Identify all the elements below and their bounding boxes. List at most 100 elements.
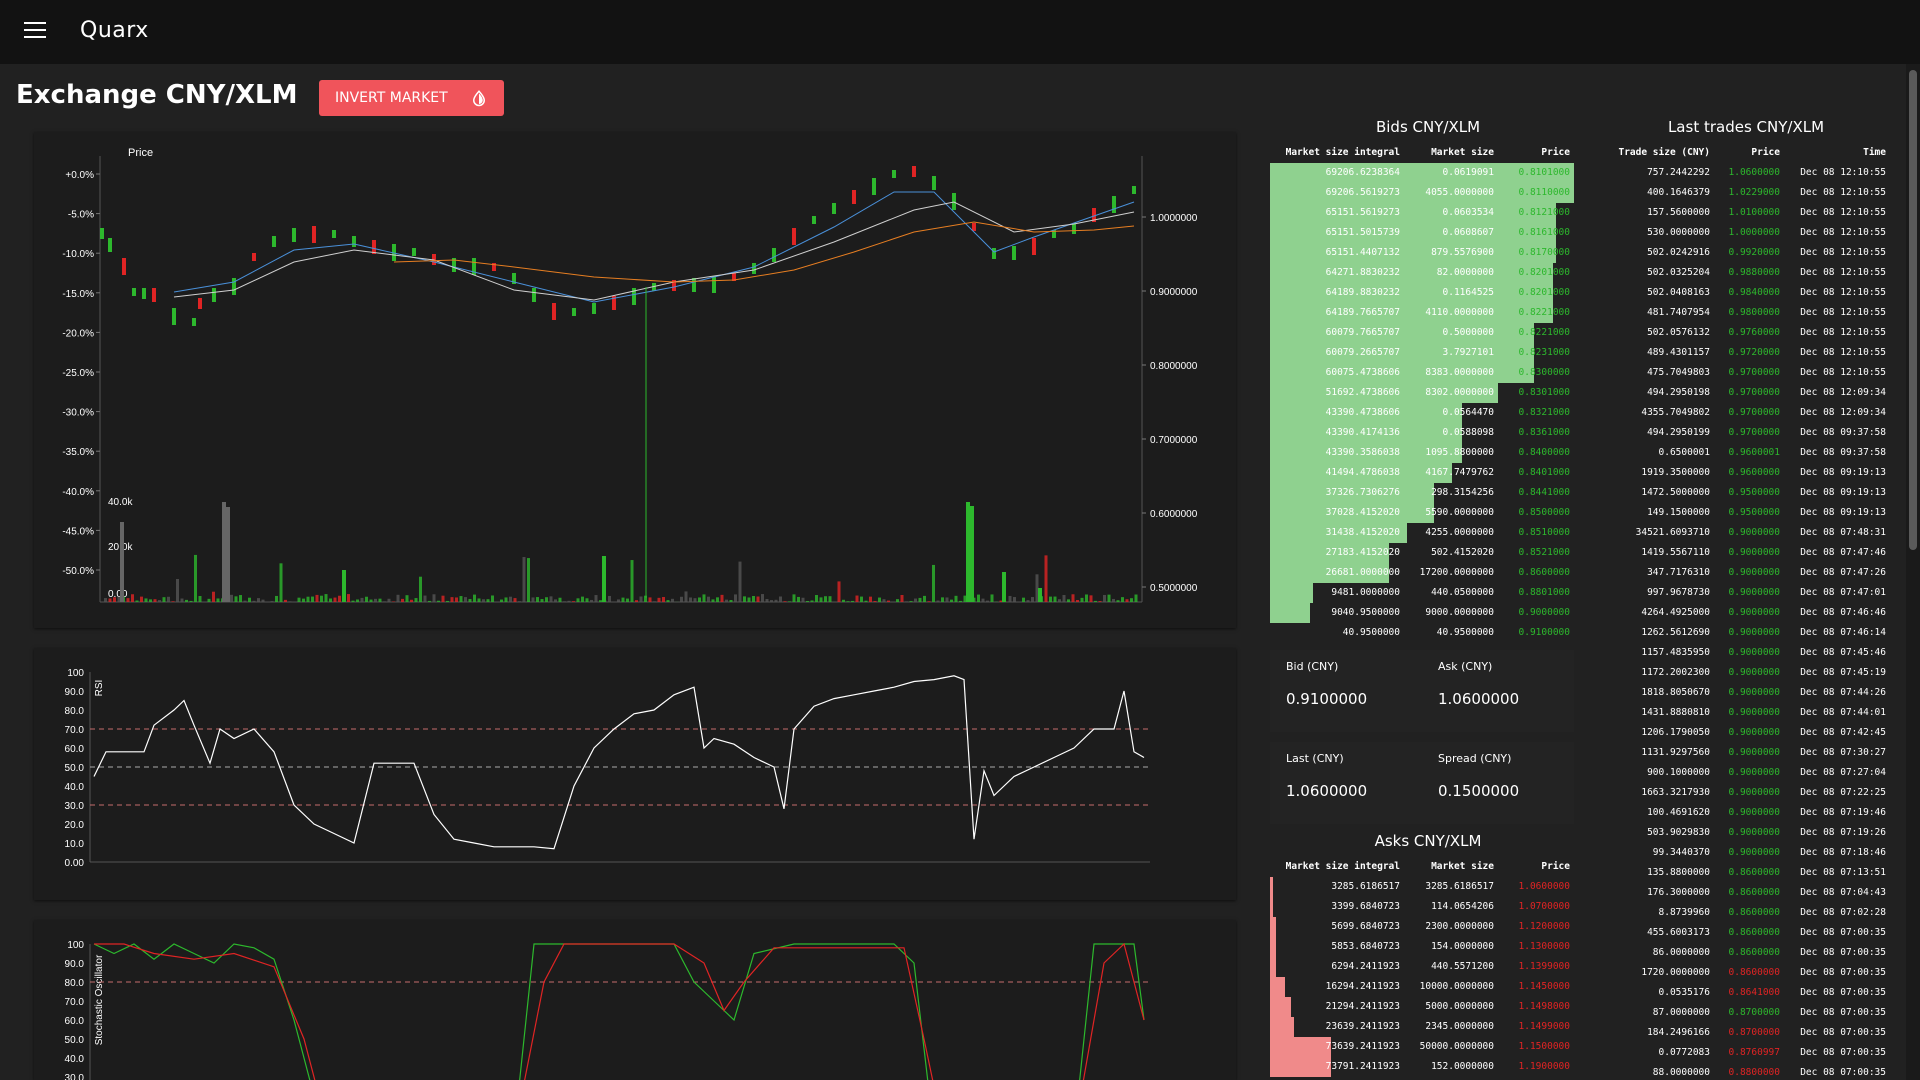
asks-row[interactable]: 73639.2411923 50000.0000000 1.1500000: [1270, 1037, 1574, 1057]
trade-row[interactable]: 1720.0000000 0.8600000 Dec 08 07:00:35: [1590, 963, 1890, 983]
trade-row[interactable]: 0.0535176 0.8641000 Dec 08 07:00:35: [1590, 983, 1890, 1003]
bids-row[interactable]: 40.9500000 40.9500000 0.9100000: [1270, 623, 1574, 643]
bids-row[interactable]: 51692.4738606 8302.0000000 0.8301000: [1270, 383, 1574, 403]
bids-row[interactable]: 64189.8830232 0.1164525 0.8201000: [1270, 283, 1574, 303]
asks-row[interactable]: 3285.6186517 3285.6186517 1.0600000: [1270, 877, 1574, 897]
candlestick: [232, 278, 236, 295]
bids-row[interactable]: 43390.3586038 1095.8800000 0.8400000: [1270, 443, 1574, 463]
trade-row[interactable]: 86.0000000 0.8600000 Dec 08 07:00:35: [1590, 943, 1890, 963]
volume-bar: [441, 595, 445, 602]
bids-row[interactable]: 37028.4152020 5590.0000000 0.8500000: [1270, 503, 1574, 523]
stochastic-oscillator-chart[interactable]: 100 90.0 80.0 70.0 60.0 50.0 40.0 30.0 Stochasti…: [34, 920, 1236, 1080]
trade-row[interactable]: 502.0408163 0.9840000 Dec 08 12:10:55: [1590, 283, 1890, 303]
trade-row[interactable]: 530.0000000 1.0000000 Dec 08 12:10:55: [1590, 223, 1890, 243]
trade-row[interactable]: 1157.4835950 0.9000000 Dec 08 07:45:46: [1590, 643, 1890, 663]
bids-row[interactable]: 37326.7306276 298.3154256 0.8441000: [1270, 483, 1574, 503]
trade-row[interactable]: 99.3440370 0.9000000 Dec 08 07:18:46: [1590, 843, 1890, 863]
trade-row[interactable]: 475.7049803 0.9700000 Dec 08 12:10:55: [1590, 363, 1890, 383]
trade-row[interactable]: 184.2496166 0.8700000 Dec 08 07:00:35: [1590, 1023, 1890, 1043]
trade-row[interactable]: 503.9029830 0.9000000 Dec 08 07:19:26: [1590, 823, 1890, 843]
trade-row[interactable]: 1663.3217930 0.9000000 Dec 08 07:22:25: [1590, 783, 1890, 803]
trade-row[interactable]: 88.0000000 0.8800000 Dec 08 07:00:35: [1590, 1063, 1890, 1080]
asks-row[interactable]: 5853.6840723 154.0000000 1.1300000: [1270, 937, 1574, 957]
trade-row[interactable]: 502.0242916 0.9920000 Dec 08 12:10:55: [1590, 243, 1890, 263]
trade-row[interactable]: 494.2950198 0.9700000 Dec 08 12:09:34: [1590, 383, 1890, 403]
page-scrollbar[interactable]: [1906, 64, 1920, 1080]
bids-row[interactable]: 65151.4407132 879.5576900 0.8170000: [1270, 243, 1574, 263]
asks-row[interactable]: 21294.2411923 5000.0000000 1.1498000: [1270, 997, 1574, 1017]
asks-row[interactable]: 16294.2411923 10000.0000000 1.1450000: [1270, 977, 1574, 997]
bids-row[interactable]: 31438.4152020 4255.0000000 0.8510000: [1270, 523, 1574, 543]
trade-row[interactable]: 1131.9297560 0.9000000 Dec 08 07:30:27: [1590, 743, 1890, 763]
asks-size: 152.0000000: [1431, 1061, 1494, 1072]
bids-depth-bar: [1270, 303, 1553, 323]
trade-row[interactable]: 489.4301157 0.9720000 Dec 08 12:10:55: [1590, 343, 1890, 363]
trade-row[interactable]: 455.6003173 0.8600000 Dec 08 07:00:35: [1590, 923, 1890, 943]
price-candlestick-chart[interactable]: Price +0.0% -5.0% -10.0% -15.0% -20.0% -25.0% -…: [34, 132, 1236, 628]
asks-row[interactable]: 6294.2411923 440.5571200 1.1399000: [1270, 957, 1574, 977]
trade-row[interactable]: 135.8800000 0.8600000 Dec 08 07:13:51: [1590, 863, 1890, 883]
bids-row[interactable]: 43390.4174136 0.0588098 0.8361000: [1270, 423, 1574, 443]
trade-row[interactable]: 900.1000000 0.9000000 Dec 08 07:27:04: [1590, 763, 1890, 783]
asks-row[interactable]: 23639.2411923 2345.0000000 1.1499000: [1270, 1017, 1574, 1037]
trade-row[interactable]: 176.3000000 0.8600000 Dec 08 07:04:43: [1590, 883, 1890, 903]
trade-row[interactable]: 4355.7049802 0.9700000 Dec 08 12:09:34: [1590, 403, 1890, 423]
trade-row[interactable]: 1818.8050670 0.9000000 Dec 08 07:44:26: [1590, 683, 1890, 703]
trade-row[interactable]: 347.7176310 0.9000000 Dec 08 07:47:26: [1590, 563, 1890, 583]
trade-row[interactable]: 87.0000000 0.8700000 Dec 08 07:00:35: [1590, 1003, 1890, 1023]
candlestick: [272, 236, 276, 247]
trade-row[interactable]: 157.5600000 1.0100000 Dec 08 12:10:55: [1590, 203, 1890, 223]
trade-row[interactable]: 502.0325204 0.9880000 Dec 08 12:10:55: [1590, 263, 1890, 283]
bids-row[interactable]: 64271.8830232 82.0000000 0.8201000: [1270, 263, 1574, 283]
bids-row[interactable]: 69206.5619273 4055.0000000 0.8110000: [1270, 183, 1574, 203]
bids-row[interactable]: 60075.4738606 8383.0000000 0.8300000: [1270, 363, 1574, 383]
trade-row[interactable]: 1262.5612690 0.9000000 Dec 08 07:46:14: [1590, 623, 1890, 643]
bids-row[interactable]: 60079.7665707 0.5000000 0.8221000: [1270, 323, 1574, 343]
trade-row[interactable]: 481.7407954 0.9800000 Dec 08 12:10:55: [1590, 303, 1890, 323]
bids-row[interactable]: 60079.2665707 3.7927101 0.8231000: [1270, 343, 1574, 363]
trade-row[interactable]: 34521.6093710 0.9000000 Dec 08 07:48:31: [1590, 523, 1890, 543]
trade-row[interactable]: 0.0772083 0.8760997 Dec 08 07:00:35: [1590, 1043, 1890, 1063]
trade-row[interactable]: 149.1500000 0.9500000 Dec 08 09:19:13: [1590, 503, 1890, 523]
invert-market-button[interactable]: INVERT MARKET: [319, 80, 504, 116]
volume-bar: [698, 597, 701, 602]
asks-row[interactable]: 3399.6840723 114.0654206 1.0700000: [1270, 897, 1574, 917]
trade-row[interactable]: 1431.8880810 0.9000000 Dec 08 07:44:01: [1590, 703, 1890, 723]
trade-row[interactable]: 0.6500001 0.9600001 Dec 08 09:37:58: [1590, 443, 1890, 463]
volume-bar: [824, 596, 827, 602]
trade-row[interactable]: 757.2442292 1.0600000 Dec 08 12:10:55: [1590, 163, 1890, 183]
scrollbar-thumb[interactable]: [1909, 70, 1917, 550]
rsi-chart[interactable]: 100 90.0 80.0 70.0 60.0 50.0 40.0 30.0 20.0 10.0 0…: [34, 648, 1236, 900]
bids-depth-bar: [1270, 223, 1556, 243]
trade-row[interactable]: 502.0576132 0.9760000 Dec 08 12:10:55: [1590, 323, 1890, 343]
asks-price: 1.1500000: [1518, 1041, 1570, 1052]
trade-row[interactable]: 400.1646379 1.0229000 Dec 08 12:10:55: [1590, 183, 1890, 203]
asks-row[interactable]: 73791.2411923 152.0000000 1.1900000: [1270, 1057, 1574, 1077]
bids-row[interactable]: 65151.5015739 0.0608607 0.8161000: [1270, 223, 1574, 243]
trade-row[interactable]: 1919.3500000 0.9600000 Dec 08 09:19:13: [1590, 463, 1890, 483]
bids-row[interactable]: 9481.0000000 440.0500000 0.8801000: [1270, 583, 1574, 603]
trade-row[interactable]: 1472.5000000 0.9500000 Dec 08 09:19:13: [1590, 483, 1890, 503]
menu-icon[interactable]: [24, 22, 46, 38]
bids-row[interactable]: 41494.4786038 4167.7479762 0.8401000: [1270, 463, 1574, 483]
asks-row[interactable]: 5699.6840723 2300.0000000 1.1200000: [1270, 917, 1574, 937]
bids-row[interactable]: 69206.6238364 0.0619091 0.8101000: [1270, 163, 1574, 183]
bids-row[interactable]: 26681.0000000 17200.0000000 0.8600000: [1270, 563, 1574, 583]
trade-row[interactable]: 4264.4925000 0.9000000 Dec 08 07:46:46: [1590, 603, 1890, 623]
bids-size: 8383.0000000: [1425, 367, 1494, 378]
bids-row[interactable]: 9040.9500000 9000.0000000 0.9000000: [1270, 603, 1574, 623]
trade-row[interactable]: 1206.1790050 0.9000000 Dec 08 07:42:45: [1590, 723, 1890, 743]
bids-row[interactable]: 64189.7665707 4110.0000000 0.8221000: [1270, 303, 1574, 323]
trade-row[interactable]: 1419.5567110 0.9000000 Dec 08 07:47:46: [1590, 543, 1890, 563]
bids-row[interactable]: 43390.4738606 0.0564470 0.8321000: [1270, 403, 1574, 423]
trade-row[interactable]: 8.8739960 0.8600000 Dec 08 07:02:28: [1590, 903, 1890, 923]
bids-row[interactable]: 27183.4152020 502.4152020 0.8521000: [1270, 543, 1574, 563]
bids-row[interactable]: 65151.5619273 0.0603534 0.8121000: [1270, 203, 1574, 223]
trade-row[interactable]: 997.9678730 0.9000000 Dec 08 07:47:01: [1590, 583, 1890, 603]
volume-bar: [711, 599, 715, 602]
trade-row[interactable]: 100.4691620 0.9000000 Dec 08 07:19:46: [1590, 803, 1890, 823]
trade-time: Dec 08 07:27:04: [1800, 767, 1886, 778]
volume-bar: [1089, 595, 1093, 602]
trade-row[interactable]: 1172.2002300 0.9000000 Dec 08 07:45:19: [1590, 663, 1890, 683]
trade-row[interactable]: 494.2950199 0.9700000 Dec 08 09:37:58: [1590, 423, 1890, 443]
